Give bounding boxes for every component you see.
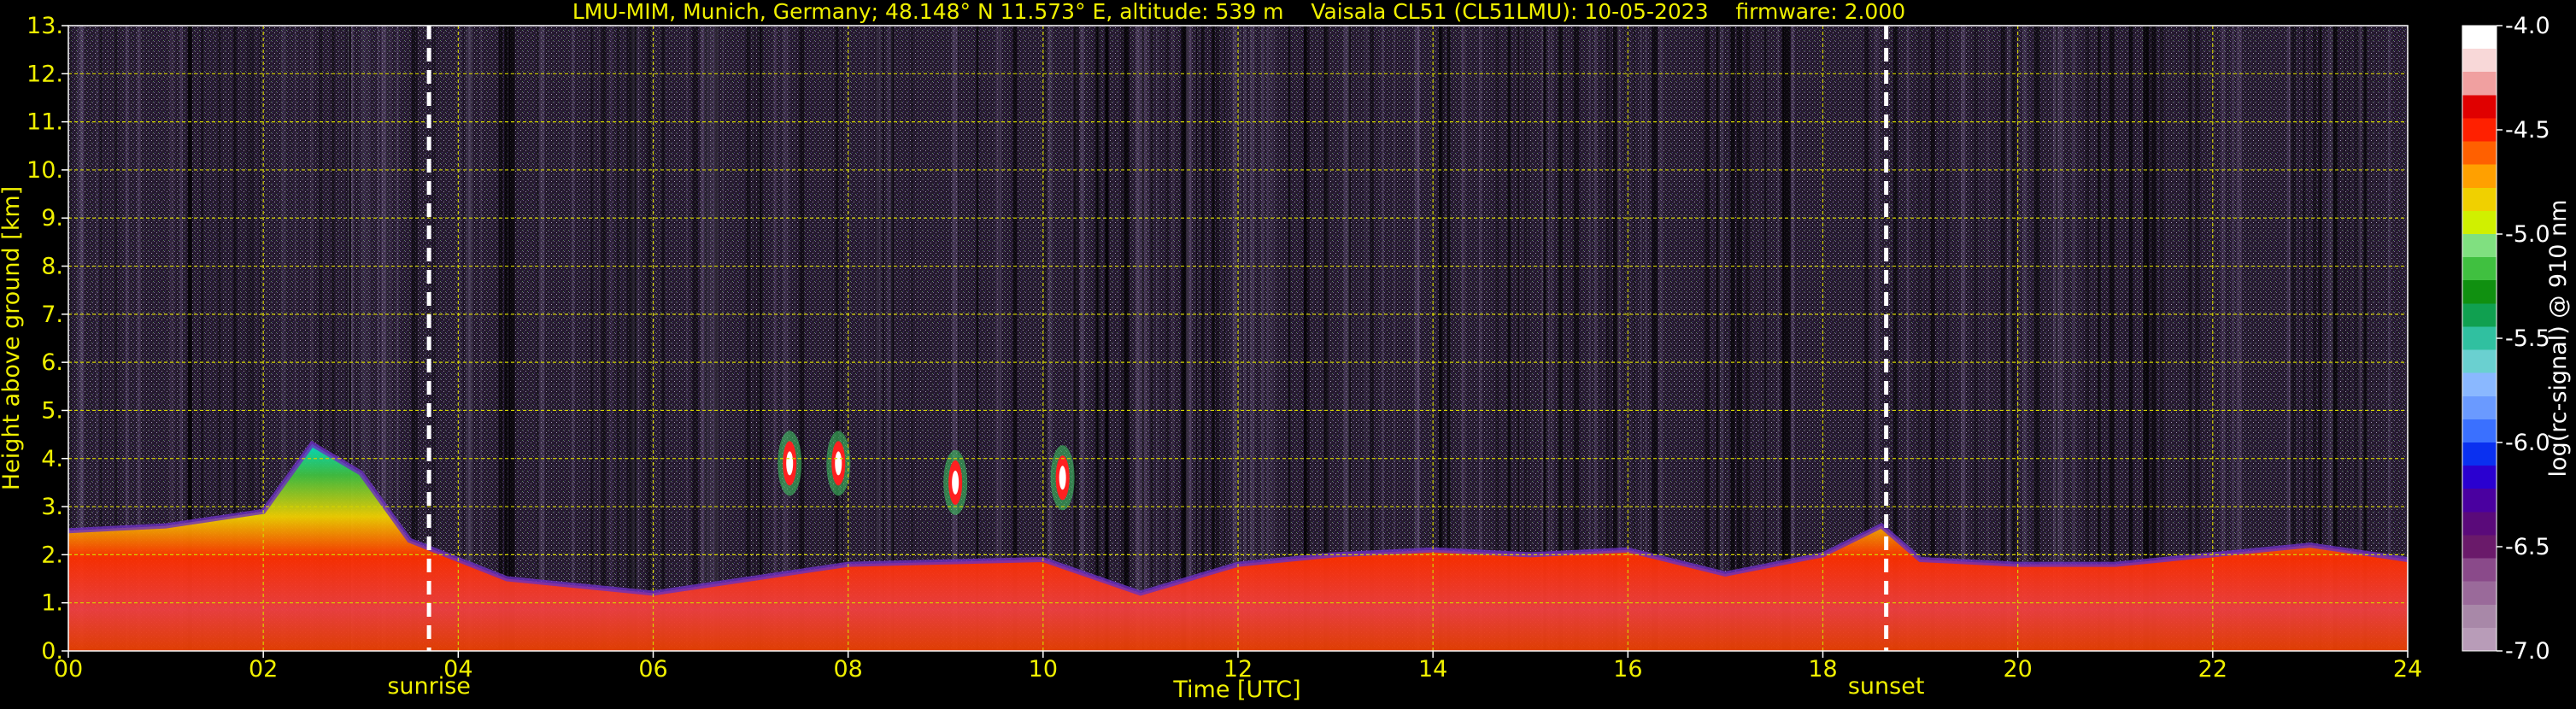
colorbar-tick-label: -7.0: [2505, 638, 2550, 665]
colorbar-ticks: -4.0 -4.5 -5.0 -5.5 -6.0 -6.5 -7.0: [2497, 13, 2550, 665]
cloud-feature-center: [786, 451, 794, 476]
colorbar: -4.0 -4.5 -5.0 -5.5 -6.0 -6.5 -7.0 log(rc-sign…: [2462, 13, 2572, 665]
chart-title: LMU-MIM, Munich, Germany; 48.148° N 11.5…: [572, 0, 1905, 24]
x-tick-label: 04: [443, 656, 472, 683]
y-tick-label: 3.: [41, 494, 63, 520]
cloud-feature-center: [835, 451, 842, 476]
y-tick-label: 8.: [41, 254, 63, 280]
y-tick-label: 0.: [41, 638, 63, 665]
y-tick-label: 1.: [41, 590, 63, 617]
sun-line-label: sunset: [1848, 673, 1925, 700]
colorbar-tick-label: -6.5: [2505, 534, 2550, 560]
x-tick-label: 16: [1613, 656, 1642, 683]
colorbar-tick-label: -5.5: [2505, 325, 2550, 352]
colorbar-tick-label: -4.0: [2505, 13, 2550, 39]
y-tick-label: 5.: [41, 397, 63, 424]
x-tick-label: 14: [1418, 656, 1447, 683]
colorbar-label: log(rc-signal) @ 910 nm: [2545, 200, 2572, 478]
cloud-feature-center: [1059, 466, 1066, 490]
x-axis-label: Time [UTC]: [1172, 677, 1300, 703]
x-tick-label: 06: [638, 656, 667, 683]
colorbar-tick-label: -6.0: [2505, 430, 2550, 456]
y-tick-label: 7.: [41, 302, 63, 328]
y-tick-label: 12.: [26, 61, 63, 87]
y-tick-label: 4.: [41, 446, 63, 472]
cloud-feature-center: [952, 470, 959, 495]
ceilometer-plot: sunrise sunset 00 02 04 06 08 10 12 14 16 18 20 22 24…: [0, 0, 2576, 706]
x-tick-label: 18: [1808, 656, 1837, 683]
y-tick-label: 13.: [26, 13, 63, 39]
colorbar-tick-label: -5.0: [2505, 221, 2550, 248]
y-tick-label: 6.: [41, 349, 63, 376]
colorbar-tick-label: -4.5: [2505, 117, 2550, 144]
x-tick-label: 20: [2003, 656, 2032, 683]
x-tick-label: 08: [833, 656, 862, 683]
x-tick-label: 22: [2198, 656, 2227, 683]
y-tick-label: 11.: [26, 109, 63, 136]
x-tick-label: 10: [1029, 656, 1058, 683]
x-tick-label: 24: [2393, 656, 2422, 683]
chart-svg: sunrise sunset 00 02 04 06 08 10 12 14 16 18 20 22 24…: [0, 0, 2572, 703]
y-tick-label: 10.: [26, 157, 63, 184]
x-tick-label: 02: [249, 656, 278, 683]
y-tick-label: 9.: [41, 205, 63, 231]
y-tick-label: 2.: [41, 542, 63, 568]
y-axis-label: Height above ground [km]: [0, 186, 25, 490]
colorbar-gradient: [2462, 25, 2497, 652]
